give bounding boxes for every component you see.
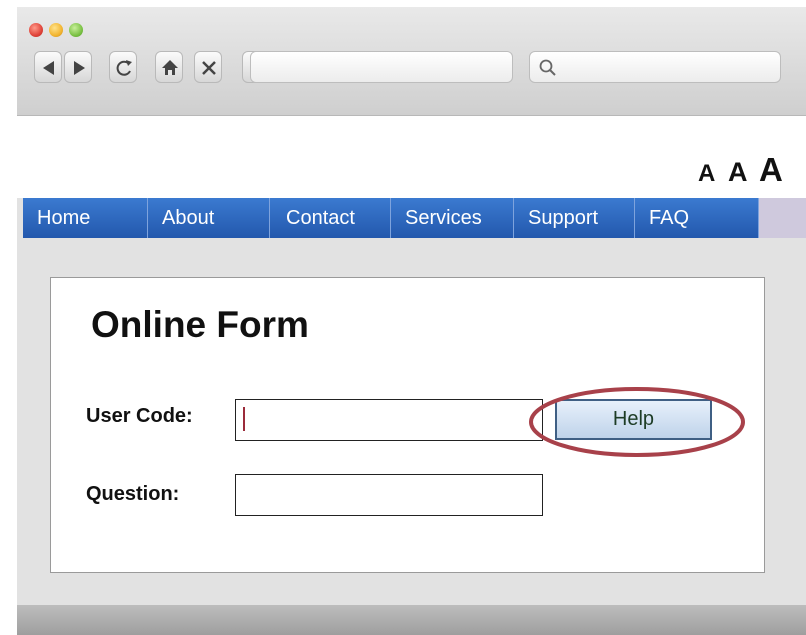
form-title: Online Form [91, 304, 309, 345]
reload-icon [116, 60, 132, 76]
nav-item-services[interactable]: Services [391, 198, 514, 238]
main-nav: Home About Contact Services Support FAQ [23, 198, 806, 238]
user-code-label: User Code: [86, 405, 193, 427]
text-size-medium[interactable]: A [728, 157, 748, 188]
nav-item-contact[interactable]: Contact [270, 198, 391, 238]
browser-status-bar [17, 605, 806, 635]
search-icon [539, 59, 556, 76]
back-button[interactable] [34, 51, 62, 83]
online-form: Online Form User Code: Help Question: [50, 277, 765, 573]
search-input[interactable] [529, 51, 781, 83]
nav-item-home[interactable]: Home [23, 198, 148, 238]
nav-item-about[interactable]: About [148, 198, 270, 238]
forward-arrow-icon [74, 61, 85, 75]
question-input[interactable] [235, 474, 543, 516]
home-icon [162, 60, 178, 75]
nav-item-faq[interactable]: FAQ [635, 198, 759, 238]
back-arrow-icon [43, 61, 54, 75]
home-button[interactable] [155, 51, 183, 83]
forward-button[interactable] [64, 51, 92, 83]
user-code-input[interactable] [235, 399, 543, 441]
text-cursor [243, 407, 245, 431]
web-page: A A A Home About Contact Services Suppor… [17, 116, 806, 605]
question-label: Question: [86, 483, 180, 505]
text-size-small[interactable]: A [698, 160, 715, 188]
close-window-icon[interactable] [29, 23, 43, 37]
maximize-window-icon[interactable] [69, 23, 83, 37]
close-x-icon [202, 61, 216, 75]
stop-button[interactable] [194, 51, 222, 83]
highlight-circle [529, 387, 745, 457]
browser-window: + A A A Home About Contact Services Supp… [17, 7, 806, 635]
text-size-large[interactable]: A [759, 151, 783, 189]
url-input[interactable] [250, 51, 513, 83]
minimize-window-icon[interactable] [49, 23, 63, 37]
page-header: A A A [17, 116, 806, 198]
nav-item-support[interactable]: Support [514, 198, 635, 238]
browser-toolbar: + [17, 7, 806, 116]
reload-button[interactable] [109, 51, 137, 83]
